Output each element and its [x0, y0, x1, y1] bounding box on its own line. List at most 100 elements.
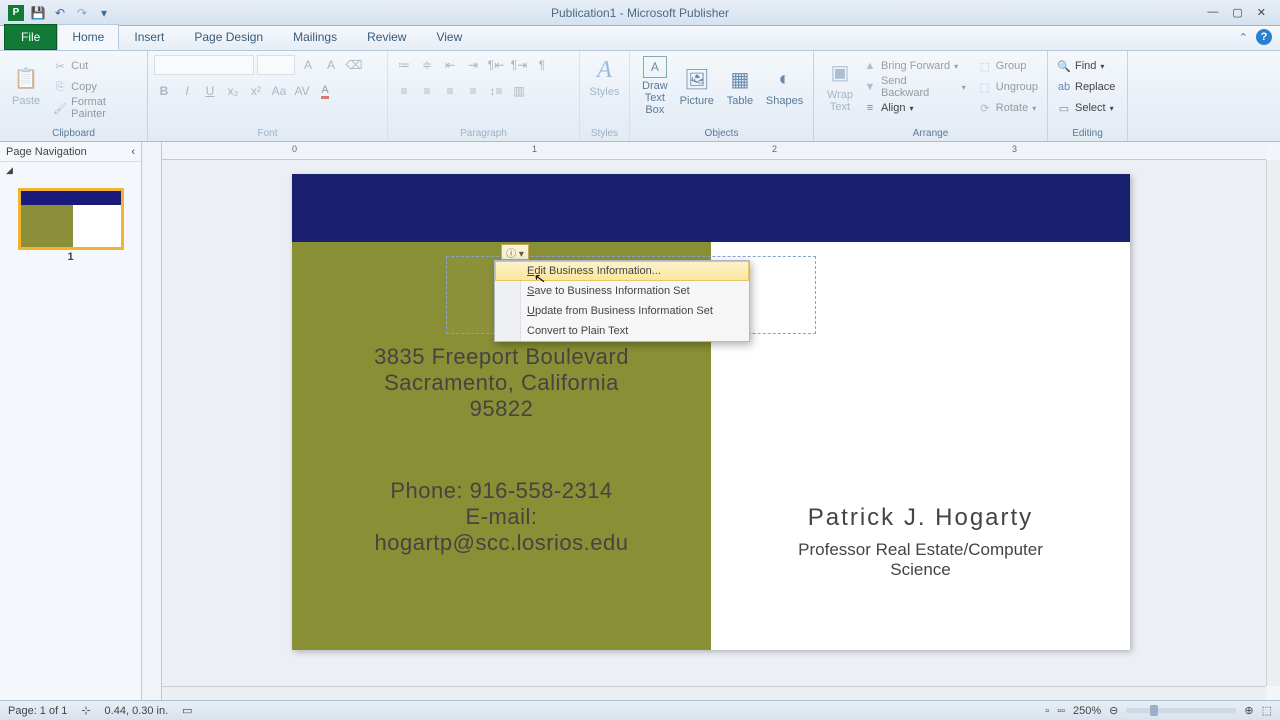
copy-button[interactable]: ⎘Copy: [50, 77, 141, 97]
group-label-paragraph: Paragraph: [388, 128, 579, 139]
increase-indent-icon[interactable]: ¶⇥: [509, 55, 529, 75]
styles-button[interactable]: AStyles: [586, 54, 623, 100]
align-right-icon[interactable]: ≡: [440, 81, 460, 101]
email-label: E-mail:: [466, 504, 538, 530]
tab-page-design[interactable]: Page Design: [179, 24, 278, 50]
justify-icon[interactable]: ≡: [463, 81, 483, 101]
ribbon-tabs: File Home Insert Page Design Mailings Re…: [0, 26, 1280, 51]
indent-icon[interactable]: ⇥: [463, 55, 483, 75]
status-bar: Page: 1 of 1 ⊹ 0.44, 0.30 in. ▭ ▫ ▫▫ 250…: [0, 700, 1280, 720]
horizontal-scrollbar[interactable]: [162, 686, 1266, 700]
nav-title: Page Navigation: [6, 146, 87, 158]
shrink-font-icon[interactable]: A: [321, 55, 341, 75]
numbering-icon[interactable]: ≑: [417, 55, 437, 75]
page-thumbnail[interactable]: 1: [18, 188, 124, 250]
fit-page-icon[interactable]: ⬚: [1262, 704, 1272, 717]
group-button[interactable]: ⬚Group: [975, 56, 1041, 76]
person-title: Professor Real Estate/Computer Science: [798, 540, 1043, 580]
font-size-select[interactable]: [257, 55, 295, 75]
close-icon[interactable]: ✕: [1257, 6, 1266, 19]
bring-forward-button[interactable]: ▲Bring Forward▾: [860, 56, 969, 76]
align-center-icon[interactable]: ≡: [417, 81, 437, 101]
font-family-select[interactable]: [154, 55, 254, 75]
menu-save-business-info[interactable]: Save to Business Information Set: [495, 281, 749, 301]
vertical-ruler: [142, 142, 162, 700]
bold-icon[interactable]: B: [154, 81, 174, 101]
group-label-clipboard: Clipboard: [0, 128, 147, 139]
tab-mailings[interactable]: Mailings: [278, 24, 352, 50]
vertical-scrollbar[interactable]: [1266, 160, 1280, 686]
zoom-out-icon[interactable]: ⊖: [1109, 704, 1118, 717]
horizontal-ruler: 0 1 2 3: [162, 142, 1266, 160]
nav-expand-icon[interactable]: ◢: [6, 165, 13, 175]
smart-tag-button[interactable]: ⓘ ▾: [501, 244, 529, 260]
tab-view[interactable]: View: [421, 24, 477, 50]
show-marks-icon[interactable]: ¶: [532, 55, 552, 75]
view-spread-icon[interactable]: ▫▫: [1057, 705, 1065, 717]
send-backward-button[interactable]: ▼Send Backward▾: [860, 77, 969, 97]
table-button[interactable]: ▦Table: [720, 54, 760, 118]
minimize-icon[interactable]: —: [1207, 6, 1218, 19]
strike-icon[interactable]: x₂: [223, 81, 243, 101]
address-line-2: Sacramento, California: [384, 370, 619, 396]
thumbnail-page-number: 1: [21, 251, 121, 263]
menu-convert-plain-text[interactable]: Convert to Plain Text: [495, 321, 749, 341]
ungroup-button[interactable]: ⬚Ungroup: [975, 77, 1041, 97]
wrap-text-button[interactable]: ▣Wrap Text: [820, 54, 860, 118]
align-left-icon[interactable]: ≡: [394, 81, 414, 101]
tab-home[interactable]: Home: [57, 24, 119, 50]
draw-textbox-button[interactable]: ADraw Text Box: [636, 54, 674, 118]
paste-button[interactable]: 📋Paste: [6, 54, 46, 118]
publication-page[interactable]: Y 3835 Freeport Boulevard Sacramento, Ca…: [292, 174, 1130, 650]
menu-update-business-info[interactable]: Update from Business Information Set: [495, 301, 749, 321]
font-color-icon[interactable]: A: [315, 81, 335, 101]
quick-access-toolbar: P 💾 ↶ ↷ ▾: [0, 5, 112, 21]
cut-button[interactable]: ✂Cut: [50, 56, 141, 76]
group-label-styles: Styles: [580, 128, 629, 139]
replace-button[interactable]: abReplace: [1054, 77, 1121, 97]
tab-insert[interactable]: Insert: [119, 24, 179, 50]
change-case-icon[interactable]: Aa: [269, 81, 289, 101]
nav-collapse-icon[interactable]: ‹: [131, 146, 135, 158]
superscript-icon[interactable]: x²: [246, 81, 266, 101]
person-name: Patrick J. Hogarty: [808, 504, 1033, 532]
line-spacing-icon[interactable]: ↕≡: [486, 81, 506, 101]
help-icon[interactable]: ?: [1256, 29, 1272, 45]
find-button[interactable]: 🔍Find▾: [1054, 56, 1121, 76]
zoom-in-icon[interactable]: ⊕: [1244, 704, 1253, 717]
grow-font-icon[interactable]: A: [298, 55, 318, 75]
format-painter-button[interactable]: 🖌Format Painter: [50, 98, 141, 118]
clear-format-icon[interactable]: ⌫: [344, 55, 364, 75]
char-spacing-icon[interactable]: AV: [292, 81, 312, 101]
picture-button[interactable]: 🖼Picture: [674, 54, 720, 118]
shapes-button[interactable]: ◐Shapes: [760, 54, 809, 118]
outdent-icon[interactable]: ⇤: [440, 55, 460, 75]
restore-icon[interactable]: ▢: [1232, 6, 1242, 19]
tab-review[interactable]: Review: [352, 24, 421, 50]
status-zoom: 250%: [1073, 705, 1101, 717]
align-button[interactable]: ≡Align▾: [860, 98, 969, 118]
address-zip: 95822: [470, 396, 534, 422]
italic-icon[interactable]: I: [177, 81, 197, 101]
columns-icon[interactable]: ▥: [509, 81, 529, 101]
undo-icon[interactable]: ↶: [52, 5, 68, 21]
minimize-ribbon-icon[interactable]: ⌃: [1239, 31, 1248, 44]
qat-dropdown-icon[interactable]: ▾: [96, 5, 112, 21]
canvas[interactable]: Y 3835 Freeport Boulevard Sacramento, Ca…: [162, 160, 1266, 686]
group-label-editing: Editing: [1048, 128, 1127, 139]
bullets-icon[interactable]: ≔: [394, 55, 414, 75]
decrease-indent-icon[interactable]: ¶⇤: [486, 55, 506, 75]
app-icon[interactable]: P: [8, 5, 24, 21]
rotate-button[interactable]: ⟳Rotate▾: [975, 98, 1041, 118]
menu-edit-business-info[interactable]: Edit Business Information...: [495, 261, 749, 281]
group-label-font: Font: [148, 128, 387, 139]
zoom-slider[interactable]: [1126, 708, 1236, 713]
save-icon[interactable]: 💾: [30, 5, 46, 21]
tab-file[interactable]: File: [4, 24, 57, 50]
address-line-1: 3835 Freeport Boulevard: [374, 344, 629, 370]
view-single-icon[interactable]: ▫: [1045, 705, 1049, 717]
redo-icon[interactable]: ↷: [74, 5, 90, 21]
select-button[interactable]: ▭Select▾: [1054, 98, 1121, 118]
ribbon: 📋Paste ✂Cut ⎘Copy 🖌Format Painter Clipbo…: [0, 51, 1280, 142]
underline-icon[interactable]: U: [200, 81, 220, 101]
